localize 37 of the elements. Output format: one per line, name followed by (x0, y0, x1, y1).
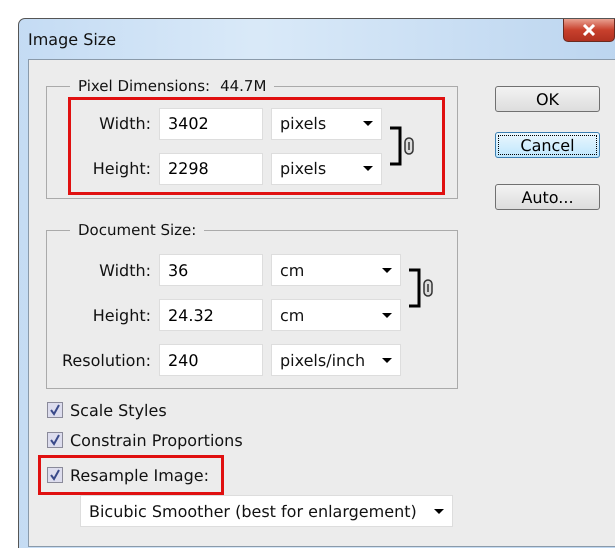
field-label: Height: (92, 159, 151, 178)
caret-icon (363, 166, 373, 171)
unit-dropdown[interactable]: cm (271, 299, 401, 331)
checkbox[interactable] (47, 402, 63, 418)
input-field[interactable]: 24.32 (159, 299, 263, 331)
caret-icon (382, 312, 392, 318)
input-field[interactable]: 36 (159, 254, 263, 286)
dialog-button[interactable]: OK (495, 86, 600, 112)
dialog-button[interactable]: Cancel (495, 132, 600, 158)
dialog-button[interactable]: Auto... (495, 184, 600, 210)
close-icon (581, 24, 597, 36)
close-button[interactable] (563, 19, 615, 42)
unit-dropdown[interactable]: cm (271, 254, 401, 286)
input-field[interactable]: 3402 (159, 108, 263, 140)
field-label: Width: (98, 260, 151, 280)
input-field[interactable]: 240 (159, 344, 263, 376)
pixel-size-value: 44.7M (220, 77, 266, 95)
checkbox[interactable] (47, 467, 63, 483)
caret-icon (382, 268, 392, 272)
unit-dropdown[interactable]: pixels (271, 152, 382, 184)
field-label: Resolution: (61, 350, 151, 370)
unit-dropdown[interactable]: pixels/inch (271, 344, 401, 376)
window-title: Image Size (28, 30, 116, 48)
checkbox-option[interactable]: Resample Image: (38, 455, 224, 495)
group-label: Pixel Dimensions: (78, 77, 210, 95)
checkbox-option[interactable]: Constrain Proportions (38, 425, 258, 455)
unit-dropdown[interactable]: pixels (271, 108, 382, 140)
checkbox[interactable] (47, 432, 63, 448)
checkbox-option[interactable]: Scale Styles (38, 395, 182, 425)
caret-icon (363, 121, 373, 126)
group-label: Document Size: (78, 221, 196, 239)
field-label: Height: (92, 306, 151, 324)
caret-icon (434, 508, 444, 514)
input-field[interactable]: 2298 (159, 152, 263, 184)
resample-dropdown[interactable]: Bicubic Smoother (best for enlargement) (80, 495, 453, 527)
field-label: Width: (98, 114, 151, 133)
caret-icon (382, 358, 392, 362)
